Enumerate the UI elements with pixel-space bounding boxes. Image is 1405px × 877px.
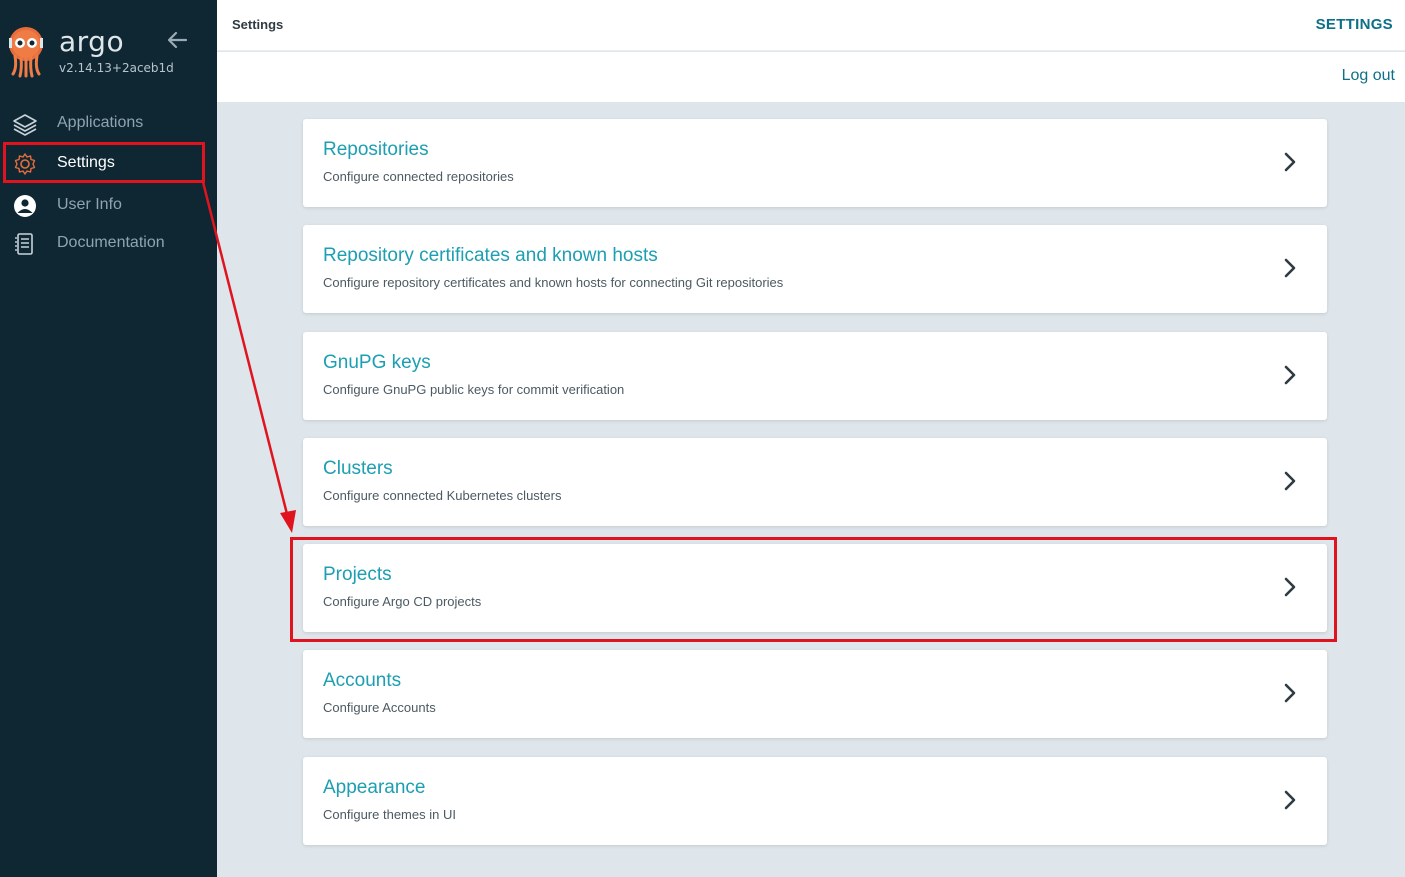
card-title: GnuPG keys	[323, 352, 431, 373]
annotation-highlight-settings	[3, 142, 205, 183]
sidebar: argo v2.14.13+2aceb1d Applications Setti…	[0, 0, 217, 877]
document-icon	[15, 233, 33, 255]
sidebar-item-applications[interactable]: Applications	[0, 104, 217, 142]
settings-card-clusters[interactable]: Clusters Configure connected Kubernetes …	[303, 438, 1327, 526]
sidebar-item-documentation[interactable]: Documentation	[0, 224, 217, 262]
sidebar-item-label: User Info	[57, 196, 122, 213]
card-description: Configure Accounts	[323, 700, 436, 715]
card-description: Configure themes in UI	[323, 807, 456, 822]
sidebar-item-label: Documentation	[57, 234, 165, 251]
settings-card-gnupg-keys[interactable]: GnuPG keys Configure GnuPG public keys f…	[303, 332, 1327, 420]
sidebar-item-user-info[interactable]: User Info	[0, 186, 217, 224]
settings-card-accounts[interactable]: Accounts Configure Accounts	[303, 650, 1327, 738]
chevron-right-icon	[1284, 258, 1296, 278]
page-title: SETTINGS	[1315, 16, 1393, 33]
annotation-highlight-projects	[290, 537, 1337, 642]
breadcrumb[interactable]: Settings	[232, 17, 283, 32]
card-description: Configure GnuPG public keys for commit v…	[323, 382, 625, 397]
settings-card-appearance[interactable]: Appearance Configure themes in UI	[303, 757, 1327, 845]
collapse-sidebar-arrow-icon[interactable]	[165, 30, 189, 50]
toolbar: Log out	[217, 52, 1405, 102]
settings-card-repositories[interactable]: Repositories Configure connected reposit…	[303, 119, 1327, 207]
app-name: argo	[59, 25, 125, 58]
sidebar-item-label: Applications	[57, 114, 144, 131]
chevron-right-icon	[1284, 683, 1296, 703]
chevron-right-icon	[1284, 471, 1296, 491]
card-description: Configure connected Kubernetes clusters	[323, 488, 562, 503]
chevron-right-icon	[1284, 790, 1296, 810]
top-bar: Settings SETTINGS	[217, 0, 1405, 51]
user-icon	[14, 195, 36, 217]
layers-icon	[13, 114, 37, 136]
argo-logo-icon	[9, 27, 43, 78]
card-title: Appearance	[323, 777, 426, 798]
card-title: Repository certificates and known hosts	[323, 245, 658, 266]
chevron-right-icon	[1284, 365, 1296, 385]
card-title: Repositories	[323, 139, 429, 160]
chevron-right-icon	[1284, 152, 1296, 172]
card-description: Configure repository certificates and kn…	[323, 275, 784, 290]
settings-card-repository-certificates[interactable]: Repository certificates and known hosts …	[303, 225, 1327, 313]
app-version: v2.14.13+2aceb1d	[59, 61, 174, 75]
logout-link[interactable]: Log out	[1342, 67, 1395, 85]
card-title: Clusters	[323, 458, 393, 479]
card-description: Configure connected repositories	[323, 169, 514, 184]
card-title: Accounts	[323, 670, 402, 691]
